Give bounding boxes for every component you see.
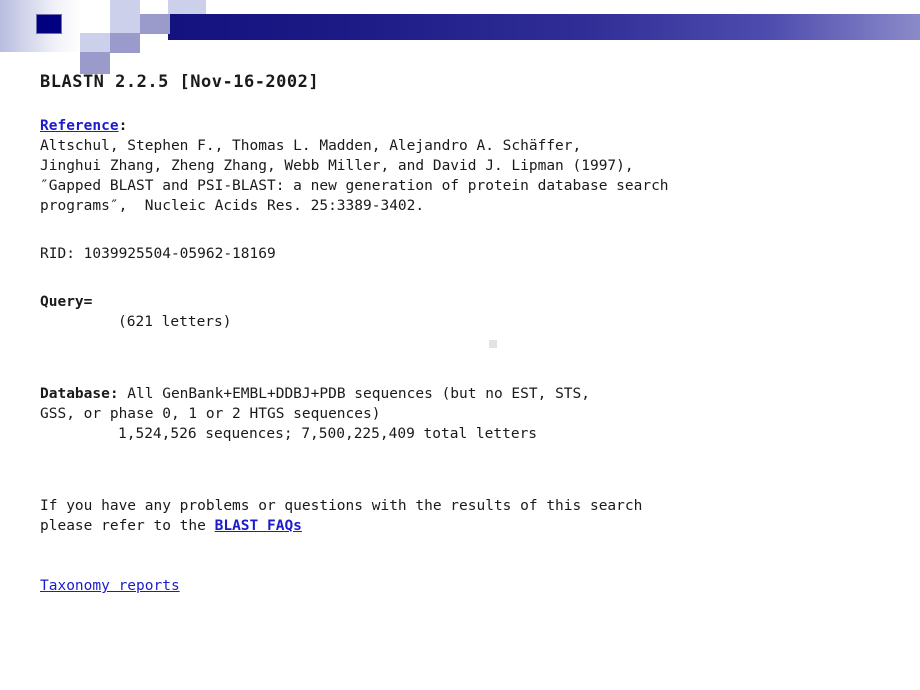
header-square-pale-middle [110, 14, 140, 34]
blast-report: BLASTN 2.2.5 [Nov-16-2002] Reference: Al… [40, 72, 900, 596]
header-square-medium-middle [110, 33, 140, 53]
decorative-header-banner [0, 0, 920, 74]
spacer-before-taxonomy [40, 536, 900, 576]
blast-faqs-link[interactable]: BLAST FAQs [215, 518, 302, 534]
database-label: Database: [40, 386, 119, 402]
header-square-pale-lower [80, 33, 110, 53]
header-gradient-bar [168, 14, 920, 40]
taxonomy-reports-row: Taxonomy reports [40, 576, 900, 596]
reference-line-1: Altschul, Stephen F., Thomas L. Madden, … [40, 138, 582, 154]
query-label: Query= [40, 294, 93, 310]
reference-line-4: programs″, Nucleic Acids Res. 25:3389-34… [40, 198, 425, 214]
header-square-pale-tail [168, 0, 206, 14]
database-line-2: GSS, or phase 0, 1 or 2 HTGS sequences) [40, 406, 381, 422]
scan-artifact [489, 340, 497, 348]
spacer-after-database [40, 444, 900, 496]
header-square-medium-top [140, 14, 170, 34]
help-line-2: please refer to the BLAST FAQs [40, 516, 900, 536]
reference-link[interactable]: Reference [40, 118, 119, 134]
reference-line-3: ″Gapped BLAST and PSI-BLAST: a new gener… [40, 178, 669, 194]
help-line-2-prefix: please refer to the [40, 518, 215, 534]
reference-line-2: Jinghui Zhang, Zheng Zhang, Webb Miller,… [40, 158, 634, 174]
spacer-after-query [40, 332, 900, 384]
database-description: All GenBank+EMBL+DDBJ+PDB sequences (but… [118, 386, 590, 402]
header-square-medium-lower [80, 52, 110, 74]
taxonomy-reports-link[interactable]: Taxonomy reports [40, 578, 180, 594]
header-square-navy [36, 14, 62, 34]
database-counts: 1,524,526 sequences; 7,500,225,409 total… [118, 426, 538, 442]
spacer-after-reference [40, 216, 900, 244]
reference-heading: Reference: [40, 118, 900, 134]
database-line-1: Database: All GenBank+EMBL+DDBJ+PDB sequ… [40, 384, 900, 404]
page-title: BLASTN 2.2.5 [Nov-16-2002] [40, 72, 320, 92]
query-letters: (621 letters) [118, 314, 232, 330]
reference-heading-colon: : [118, 118, 128, 134]
header-square-pale-top [110, 0, 140, 14]
help-line-1: If you have any problems or questions wi… [40, 498, 643, 514]
spacer-after-rid [40, 264, 900, 292]
rid-line: RID: 1039925504-05962-18169 [40, 246, 276, 262]
